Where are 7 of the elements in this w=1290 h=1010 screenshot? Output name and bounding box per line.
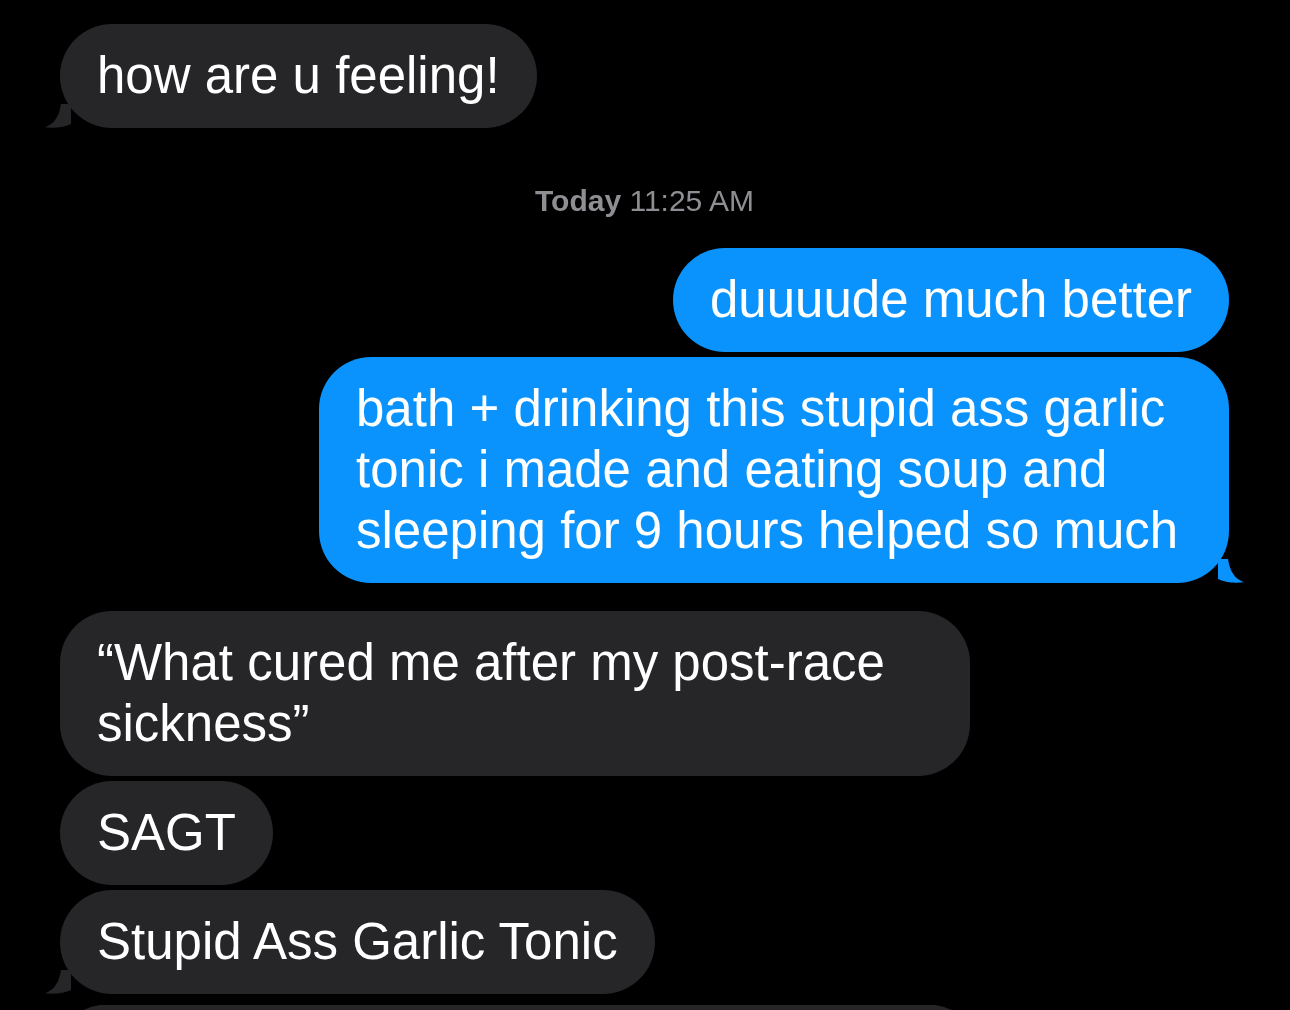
sent-message: duuuude much better: [673, 248, 1229, 352]
timestamp: Today 11:25 AM: [535, 183, 754, 219]
received-message: SAGT: [60, 781, 273, 885]
received-message: “What cured me after my post-race sickness”: [60, 611, 970, 776]
sent-message: bath + drinking this stupid ass garlic tonic i made and eating soup and sleeping for 9 hours helped so much: [319, 357, 1229, 583]
received-message: how are u feeling!: [60, 24, 537, 128]
received-message: Stupid Ass Garlic Tonic: [60, 890, 655, 994]
